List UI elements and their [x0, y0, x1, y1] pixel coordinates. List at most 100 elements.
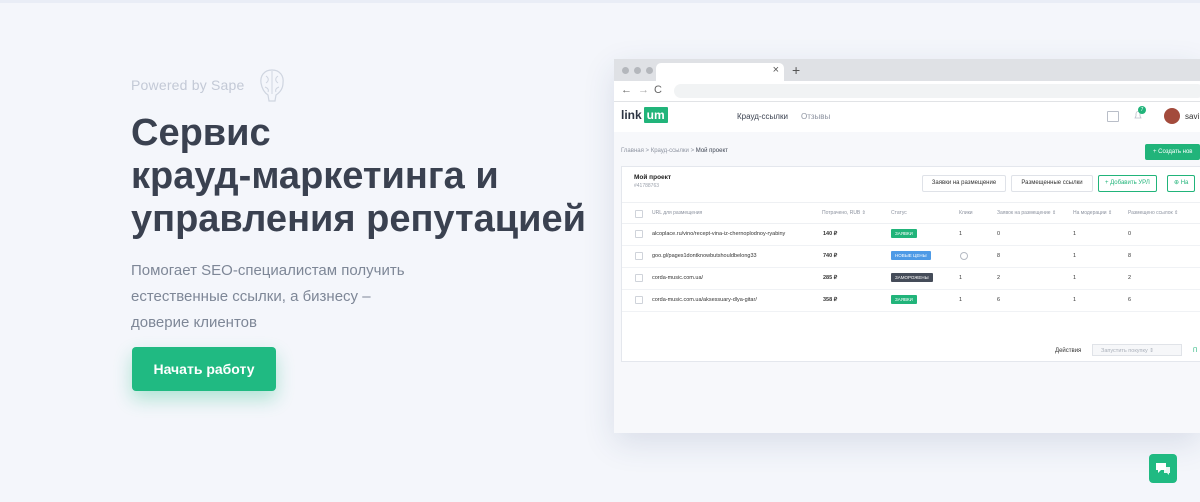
row-moderation: 1: [1073, 297, 1077, 303]
hero-title: Сервис крауд-маркетинга и управления реп…: [131, 112, 601, 241]
powered-by: Powered by Sape: [131, 66, 287, 104]
column-header-requests[interactable]: Заявок на размещение ⇕: [997, 210, 1056, 216]
window-dot[interactable]: [622, 67, 629, 74]
requests-button[interactable]: Заявки на размещение: [922, 175, 1006, 192]
browser-tabbar: × +: [614, 59, 1200, 81]
row-requests: 2: [997, 275, 1001, 281]
close-icon[interactable]: ×: [773, 64, 779, 76]
row-url[interactable]: goo.gl/pages1dontknowbutshouldbelong33: [652, 253, 757, 259]
hero-title-line: управления репутацией: [131, 198, 586, 240]
avatar[interactable]: [1164, 108, 1180, 124]
bulk-action-select[interactable]: Запустить покупку ⇕: [1092, 344, 1182, 356]
forward-icon[interactable]: →: [638, 84, 649, 96]
breadcrumb-separator: >: [690, 148, 695, 154]
browser-tab[interactable]: ×: [656, 63, 784, 81]
column-header-url: URL для размещения: [652, 210, 703, 216]
chat-icon: [1156, 463, 1170, 475]
back-icon[interactable]: ←: [621, 84, 632, 96]
row-clicks: 1: [959, 275, 963, 281]
notification-badge: 7: [1138, 106, 1146, 114]
hero-subtitle: Помогает SEO-специалистам получить естес…: [131, 258, 431, 336]
reload-icon[interactable]: C: [654, 84, 662, 96]
table-row[interactable]: goo.gl/pages1dontknowbutshouldbelong33 7…: [622, 245, 1200, 268]
calendar-icon[interactable]: [1107, 111, 1119, 122]
table-row[interactable]: corda-music.com.ua/ 285 ₽ ЗАМОРОЖЕНЫ 1 2…: [622, 267, 1200, 290]
app-header: link um Крауд-ссылки Отзывы 7 savi: [614, 102, 1200, 133]
chat-button[interactable]: [1149, 454, 1177, 483]
column-header-spent[interactable]: Потрачено, RUB ⇕: [822, 210, 866, 216]
apply-link[interactable]: П: [1193, 348, 1197, 354]
row-placed: 0: [1128, 231, 1132, 237]
settings-button[interactable]: ⊕ На: [1167, 175, 1196, 192]
add-url-button[interactable]: + Добавить УРЛ: [1098, 175, 1157, 192]
app-body: Главная > Крауд-ссылки > Мой проект + Со…: [614, 132, 1200, 433]
username[interactable]: savi: [1185, 112, 1199, 121]
row-placed: 2: [1128, 275, 1132, 281]
hero-title-line: крауд-маркетинга и: [131, 155, 499, 197]
logo-badge: um: [643, 107, 668, 123]
column-header-moderation[interactable]: На модерации ⇕: [1073, 210, 1112, 216]
window-dot[interactable]: [634, 67, 641, 74]
row-checkbox[interactable]: [635, 252, 643, 260]
row-requests: 8: [997, 253, 1001, 259]
row-spent: 140 ₽: [823, 231, 838, 237]
breadcrumb: Главная > Крауд-ссылки > Мой проект: [621, 148, 728, 154]
row-requests: 6: [997, 297, 1001, 303]
start-button[interactable]: Начать работу: [132, 347, 276, 391]
powered-by-label: Powered by Sape: [131, 77, 245, 93]
hero-subtitle-line: доверие клиентов: [131, 314, 257, 331]
project-id: #41788763: [634, 183, 660, 189]
create-project-button[interactable]: + Создать нов: [1145, 144, 1200, 160]
status-badge: ЗАМОРОЖЕНЫ: [891, 273, 933, 282]
clicks-pending-icon: [960, 252, 968, 260]
table-footer: Действия Запустить покупку ⇕ П: [622, 341, 1200, 361]
breadcrumb-home[interactable]: Главная: [621, 148, 644, 154]
row-url[interactable]: alcoplace.ru/vino/recept-vina-iz-chernop…: [652, 231, 785, 237]
row-checkbox[interactable]: [635, 274, 643, 282]
hero-subtitle-line: естественные ссылки, а бизнесу –: [131, 288, 371, 305]
row-spent: 740 ₽: [823, 253, 838, 259]
project-name: Мой проект: [634, 174, 672, 181]
column-header-clicks: Клики: [959, 210, 973, 216]
hero-title-line: Сервис: [131, 112, 271, 154]
window-controls: [622, 67, 653, 74]
row-requests: 0: [997, 231, 1001, 237]
new-tab-icon[interactable]: +: [792, 62, 800, 78]
nav-crowd-links[interactable]: Крауд-ссылки: [737, 112, 788, 121]
row-placed: 8: [1128, 253, 1132, 259]
row-url[interactable]: corda-music.com.ua/aksessuary-dlya-gitar…: [652, 297, 757, 303]
row-spent: 358 ₽: [823, 297, 838, 303]
window-dot[interactable]: [646, 67, 653, 74]
row-url[interactable]: corda-music.com.ua/: [652, 275, 703, 281]
row-spent: 285 ₽: [823, 275, 838, 281]
hero-subtitle-line: Помогает SEO-специалистам получить: [131, 262, 405, 279]
table-row[interactable]: alcoplace.ru/vino/recept-vina-iz-chernop…: [622, 223, 1200, 246]
row-checkbox[interactable]: [635, 296, 643, 304]
table-row[interactable]: corda-music.com.ua/aksessuary-dlya-gitar…: [622, 289, 1200, 312]
brain-icon: [259, 69, 284, 102]
create-project-label: Создать нов: [1158, 149, 1193, 155]
column-header-status: Статус: [891, 210, 907, 216]
settings-label: На: [1180, 180, 1189, 186]
url-field[interactable]: [674, 84, 1200, 98]
column-header-placed[interactable]: Размещено ссылок ⇕: [1128, 210, 1178, 216]
top-divider: [0, 0, 1200, 3]
row-moderation: 1: [1073, 253, 1077, 259]
logo[interactable]: link um: [621, 107, 668, 123]
breadcrumb-crowd-links[interactable]: Крауд-ссылки: [651, 148, 689, 154]
project-card: Мой проект #41788763 Заявки на размещени…: [621, 166, 1200, 362]
row-checkbox[interactable]: [635, 230, 643, 238]
placed-links-button[interactable]: Размещенные ссылки: [1011, 175, 1093, 192]
breadcrumb-current: Мой проект: [695, 148, 728, 154]
logo-text: link: [621, 108, 642, 122]
row-clicks: 1: [959, 297, 963, 303]
select-all-checkbox[interactable]: [635, 210, 643, 218]
nav-reviews[interactable]: Отзывы: [801, 112, 830, 121]
row-moderation: 1: [1073, 231, 1077, 237]
breadcrumb-separator: >: [645, 148, 650, 154]
actions-label: Действия: [1055, 348, 1082, 354]
row-placed: 6: [1128, 297, 1132, 303]
status-badge: НОВЫЕ ЦЕНЫ: [891, 251, 931, 260]
row-clicks: 1: [959, 231, 963, 237]
address-bar: ← → C: [614, 81, 1200, 102]
